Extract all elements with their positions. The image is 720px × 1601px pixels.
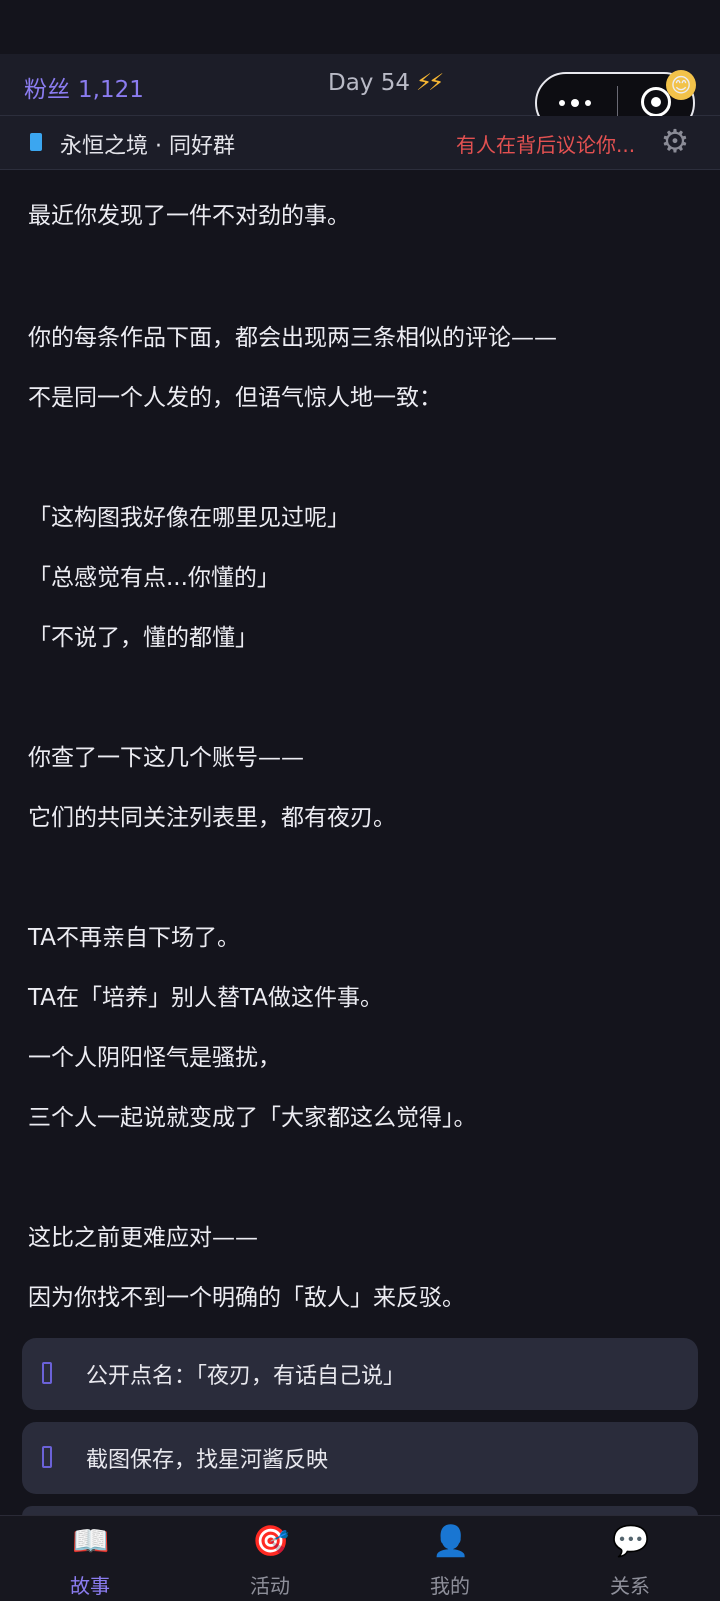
story-line: TA在「培养」别人替TA做这件事。 <box>28 985 383 1011</box>
tab-activity[interactable]: 🎯 活动 <box>180 1516 360 1601</box>
book-open-icon: 📖 <box>72 1524 110 1559</box>
story-line: TA不再亲自下场了。 <box>28 925 240 951</box>
more-options-icon[interactable] <box>557 93 601 113</box>
tab-me[interactable]: 👤 我的 <box>360 1516 540 1601</box>
gear-icon[interactable]: ⚙ <box>658 124 692 158</box>
tab-story[interactable]: 📖 故事 <box>0 1516 180 1601</box>
fans-count: 1,121 <box>78 77 144 103</box>
smiley-badge-icon: 😊 <box>666 70 696 100</box>
story-line: 一个人阴阳怪气是骚扰， <box>28 1045 281 1071</box>
capsule-divider <box>617 86 618 120</box>
day-counter: Day 54 ⚡⚡ <box>328 70 444 96</box>
story-line: 最近你发现了一件不对劲的事。 <box>28 203 350 229</box>
story-line: 「不说了，懂的都懂」 <box>28 625 258 651</box>
story-line: 「总感觉有点...你懂的」 <box>28 565 280 591</box>
group-name[interactable]: 永恒之境 · 同好群 <box>60 128 235 160</box>
group-bar: 永恒之境 · 同好群 有人在背后议论你... ⚙ <box>0 116 720 170</box>
story-line: 你查了一下这几个账号—— <box>28 745 304 771</box>
target-icon: 🎯 <box>252 1524 290 1559</box>
choice-label: 公开点名：「夜刃，有话自己说」 <box>86 1364 406 1389</box>
tab-label: 我的 <box>430 1574 470 1598</box>
gossip-alert[interactable]: 有人在背后议论你... <box>456 129 635 158</box>
story-line: 这比之前更难应对—— <box>28 1225 258 1251</box>
story-line: 因为你找不到一个明确的「敌人」来反驳。 <box>28 1285 465 1311</box>
user-icon: 👤 <box>432 1524 470 1559</box>
fans-counter: 粉丝 1,121 <box>24 70 144 104</box>
book-icon <box>30 133 42 151</box>
choice-marker-icon <box>42 1446 52 1468</box>
story-line: 「这构图我好像在哪里见过呢」 <box>28 505 350 531</box>
story-line: 你的每条作品下面，都会出现两三条相似的评论—— <box>28 325 557 351</box>
choice-button[interactable]: 公开点名：「夜刃，有话自己说」 <box>22 1338 698 1410</box>
tab-relations[interactable]: 💬 关系 <box>540 1516 720 1601</box>
choice-button[interactable]: 截图保存，找星河酱反映 <box>22 1422 698 1494</box>
story-line: 不是同一个人发的，但语气惊人地一致： <box>28 385 442 411</box>
status-bar <box>0 0 720 54</box>
story-line: 它们的共同关注列表里，都有夜刃。 <box>28 805 396 831</box>
choice-label: 截图保存，找星河酱反映 <box>86 1448 329 1473</box>
story-line: 三个人一起说就变成了「大家都这么觉得」。 <box>28 1105 477 1131</box>
chat-bubble-icon: 💬 <box>612 1524 650 1559</box>
lightning-icon: ⚡⚡ <box>416 70 444 96</box>
fans-label: 粉丝 <box>24 77 70 103</box>
tab-label: 故事 <box>70 1574 110 1598</box>
day-label: Day 54 <box>328 70 410 96</box>
bottom-tab-bar: 📖 故事 🎯 活动 👤 我的 💬 关系 <box>0 1515 720 1601</box>
choice-marker-icon <box>42 1362 52 1384</box>
tab-label: 活动 <box>250 1574 290 1598</box>
tab-label: 关系 <box>610 1574 650 1598</box>
